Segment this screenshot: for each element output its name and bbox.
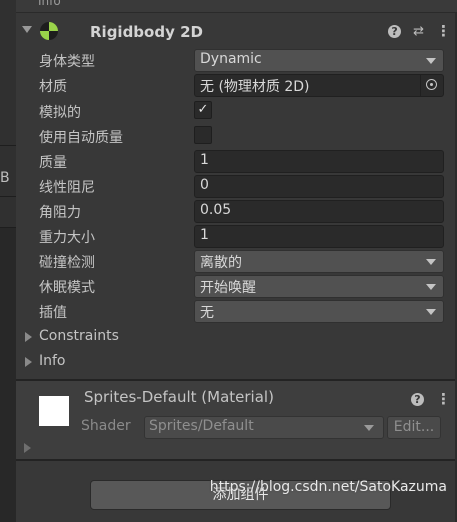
more-options-icon[interactable]: ⋮: [436, 22, 451, 40]
dropdown-arrow-icon: [426, 284, 436, 290]
dropdown-arrow-icon: [364, 425, 374, 431]
dropdown-value: 开始唤醒: [200, 280, 256, 296]
help-icon[interactable]: ?: [388, 24, 402, 38]
field-row-mass: 质量 1: [16, 149, 457, 173]
field-label: 线性阻尼: [39, 180, 95, 196]
rigidbody-2d-header[interactable]: Rigidbody 2D ? ⇄ ⋮: [16, 19, 457, 45]
preset-icon[interactable]: ⇄: [413, 24, 424, 39]
edit-shader-button[interactable]: Edit...: [387, 416, 441, 439]
more-options-icon[interactable]: ⋮: [436, 390, 451, 408]
field-label: 插值: [39, 305, 67, 321]
field-label: 重力大小: [39, 230, 95, 246]
sleeping-mode-dropdown[interactable]: 开始唤醒: [194, 275, 444, 298]
constraints-foldout[interactable]: Constraints: [16, 325, 457, 349]
dropdown-value: 无: [200, 305, 214, 321]
shader-value: Sprites/Default: [149, 418, 254, 434]
field-row-interpolate: 插值 无: [16, 299, 457, 323]
simulated-checkbox[interactable]: ✓: [194, 101, 212, 119]
field-row-gravity-scale: 重力大小 1: [16, 224, 457, 248]
input-value: 1: [200, 152, 209, 168]
foldout-label: Info: [39, 353, 66, 369]
field-row-material: 材质 无 (物理材质 2D): [16, 73, 457, 97]
field-label: 模拟的: [39, 105, 81, 121]
collision-detection-dropdown[interactable]: 离散的: [194, 250, 444, 273]
field-label: 使用自动质量: [39, 130, 123, 146]
field-row-use-auto-mass: 使用自动质量: [16, 124, 457, 148]
help-icon[interactable]: ?: [411, 392, 424, 406]
field-row-sleeping-mode: 休眠模式 开始唤醒: [16, 274, 457, 298]
field-row-simulated: 模拟的 ✓: [16, 99, 457, 123]
collapse-arrow-icon[interactable]: [22, 26, 32, 33]
field-label: 碰撞检测: [39, 255, 95, 271]
field-row-collision-detection: 碰撞检测 离散的: [16, 249, 457, 273]
rigidbody-2d-icon: [40, 22, 58, 40]
component-title: Rigidbody 2D: [90, 23, 203, 41]
interpolate-dropdown[interactable]: 无: [194, 300, 444, 323]
field-row-body-type: 身体类型 Dynamic: [16, 48, 457, 72]
gravity-scale-input[interactable]: 1: [194, 225, 444, 248]
field-label: 质量: [39, 155, 67, 171]
left-panel-strip: B: [0, 0, 16, 522]
field-label: 角阻力: [39, 205, 81, 221]
input-value: 0.05: [200, 202, 232, 218]
field-row-angular-drag: 角阻力 0.05: [16, 199, 457, 223]
inspector-panel: Rigidbody 2D ? ⇄ ⋮ 身体类型 Dynamic 材质 无 (物理…: [16, 13, 457, 522]
material-foldout-arrow-icon[interactable]: [24, 443, 31, 453]
field-row-linear-drag: 线性阻尼 0: [16, 174, 457, 198]
dropdown-value: 离散的: [200, 255, 242, 271]
mass-input[interactable]: 1: [194, 150, 444, 173]
material-name: Sprites-Default (Material): [84, 388, 274, 406]
left-panel-segment: [0, 0, 16, 146]
previous-component-header[interactable]: Info: [16, 0, 457, 13]
use-auto-mass-checkbox[interactable]: [194, 126, 212, 144]
info-foldout[interactable]: Info: [16, 350, 457, 374]
shader-dropdown[interactable]: Sprites/Default: [144, 416, 384, 439]
watermark: https://blog.csdn.net/SatoKazuma: [209, 479, 447, 495]
material-object-field[interactable]: 无 (物理材质 2D): [194, 74, 444, 97]
foldout-label: Constraints: [39, 328, 119, 344]
dropdown-value: Dynamic: [200, 51, 262, 67]
material-thumbnail: [39, 396, 69, 426]
field-label: 休眠模式: [39, 280, 95, 296]
dropdown-arrow-icon: [426, 58, 436, 64]
material-section: Sprites-Default (Material) ? ⋮ Shader Sp…: [16, 381, 457, 461]
field-label: 身体类型: [39, 54, 95, 70]
shader-label: Shader: [81, 418, 131, 434]
input-value: 1: [200, 227, 209, 243]
foldout-arrow-icon[interactable]: [25, 332, 32, 342]
object-field-value: 无 (物理材质 2D): [200, 79, 310, 95]
foldout-arrow-icon[interactable]: [25, 357, 32, 367]
input-value: 0: [200, 177, 209, 193]
body-type-dropdown[interactable]: Dynamic: [194, 49, 444, 72]
dropdown-arrow-icon: [426, 309, 436, 315]
field-label: 材质: [39, 79, 67, 95]
previous-component-label: Info: [38, 0, 61, 8]
dropdown-arrow-icon: [426, 259, 436, 265]
angular-drag-input[interactable]: 0.05: [194, 200, 444, 223]
left-panel-glyph: B: [0, 170, 10, 186]
linear-drag-input[interactable]: 0: [194, 175, 444, 198]
left-panel-segment: [0, 197, 16, 228]
object-picker-icon[interactable]: [420, 75, 443, 96]
